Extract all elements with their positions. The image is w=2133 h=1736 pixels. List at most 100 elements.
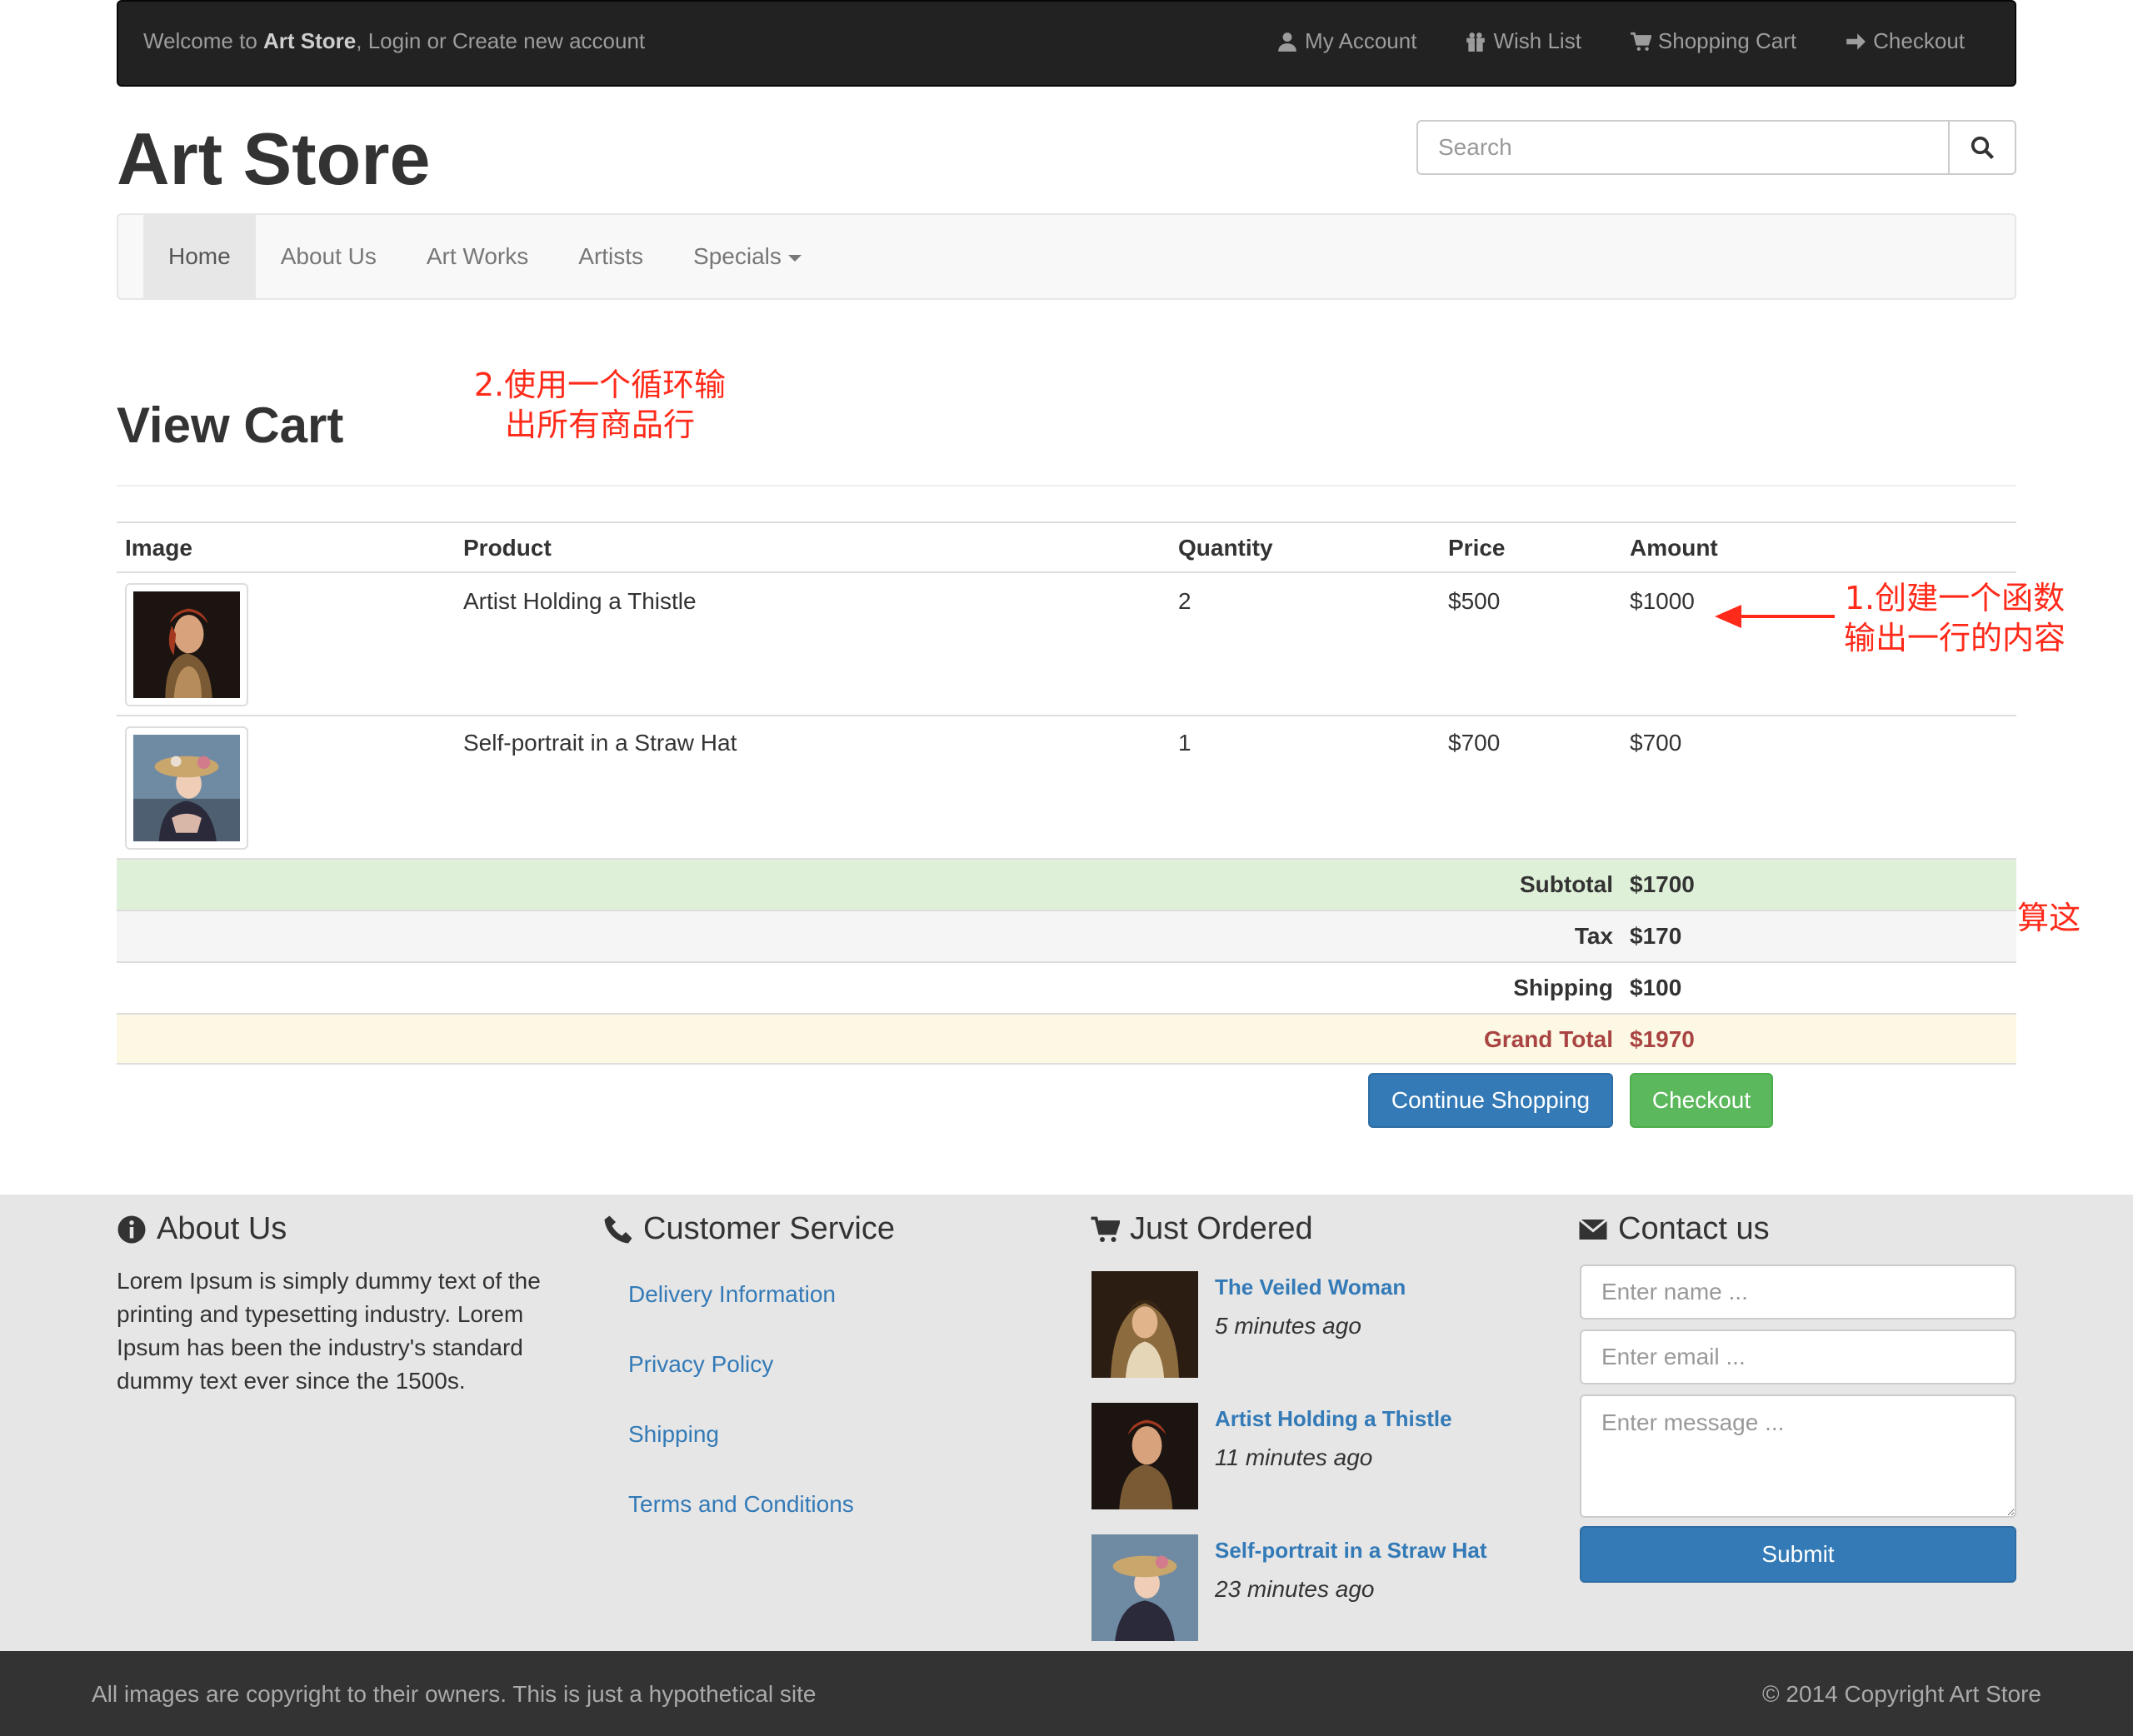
contact-name-field[interactable] <box>1580 1265 2016 1319</box>
tax-label: Tax <box>1574 923 1613 949</box>
veiled-woman-image[interactable] <box>1091 1271 1198 1378</box>
gift-icon <box>1466 32 1486 52</box>
shopping-cart-link[interactable]: Shopping Cart <box>1630 28 1796 54</box>
col-quantity: Quantity <box>1178 535 1273 561</box>
shipping-value: $100 <box>1630 975 1682 1000</box>
col-product: Product <box>463 535 552 561</box>
copyright-year: © 2014 Copyright Art Store <box>1761 1681 2041 1707</box>
account-links: My Account Wish List Shopping Cart Check… <box>1276 28 1965 54</box>
search-form <box>1416 120 2016 175</box>
ordered-title[interactable]: Artist Holding a Thistle <box>1215 1406 1452 1432</box>
grand-total-row: Grand Total $1970 <box>117 1013 2016 1065</box>
table-row: Artist Holding a Thistle 2 $500 $1000 <box>117 573 2016 715</box>
about-text: Lorem Ipsum is simply dummy text of the … <box>117 1268 541 1394</box>
shipping-label: Shipping <box>1513 975 1613 1000</box>
nav-home[interactable]: Home <box>143 215 256 298</box>
search-input[interactable] <box>1418 122 1950 173</box>
welcome-text: Welcome to Art Store, Login or Create ne… <box>143 28 645 54</box>
col-amount: Amount <box>1630 535 1718 561</box>
tax-row: Tax $170 <box>117 910 2016 961</box>
cart-product-name: Self-portrait in a Straw Hat <box>463 730 737 756</box>
ordered-time: 11 minutes ago <box>1215 1444 1373 1470</box>
copyright-notice: All images are copyright to their owners… <box>92 1681 817 1707</box>
shipping-link[interactable]: Shipping <box>628 1421 719 1448</box>
cart-price: $500 <box>1448 588 1501 614</box>
about-title: About Us <box>157 1211 287 1246</box>
about-heading: About Us <box>117 1211 287 1247</box>
my-account-link[interactable]: My Account <box>1276 28 1416 54</box>
cart-product-name: Artist Holding a Thistle <box>463 588 697 614</box>
search-button[interactable] <box>1950 122 2015 173</box>
privacy-policy-link[interactable]: Privacy Policy <box>628 1351 773 1378</box>
nav-specials-label: Specials <box>693 243 782 269</box>
painting-thistle-image <box>133 591 240 698</box>
caret-down-icon <box>787 254 802 262</box>
nav-art-works[interactable]: Art Works <box>402 215 553 298</box>
col-price: Price <box>1448 535 1506 561</box>
checkout-link[interactable]: Checkout <box>1845 28 1965 54</box>
continue-shopping-button[interactable]: Continue Shopping <box>1368 1073 1613 1128</box>
checkout-label: Checkout <box>1873 28 1965 53</box>
submit-button[interactable]: Submit <box>1580 1526 2016 1583</box>
envelope-icon <box>1578 1218 1608 1240</box>
grand-total-label: Grand Total <box>1483 1026 1613 1052</box>
my-account-label: My Account <box>1305 28 1417 53</box>
painting-straw-hat-image <box>133 735 240 841</box>
ordered-title[interactable]: Self-portrait in a Straw Hat <box>1215 1538 1487 1564</box>
welcome-suffix[interactable]: , Login or Create new account <box>356 28 645 53</box>
subtotal-row: Subtotal $1700 <box>117 858 2016 910</box>
cart-icon <box>1091 1216 1120 1242</box>
user-icon <box>1278 32 1296 52</box>
main-nav: Home About Us Art Works Artists Specials <box>117 213 2016 300</box>
table-header-row: Image Product Quantity Price Amount <box>117 521 2016 573</box>
thistle-image[interactable] <box>1091 1403 1198 1509</box>
ordered-title[interactable]: The Veiled Woman <box>1215 1275 1406 1300</box>
tax-value: $170 <box>1630 923 1682 949</box>
customer-service-title: Customer Service <box>643 1211 895 1246</box>
arrow-right-icon <box>1846 32 1866 50</box>
shopping-cart-label: Shopping Cart <box>1657 28 1797 53</box>
checkout-button[interactable]: Checkout <box>1630 1073 1773 1128</box>
wish-list-link[interactable]: Wish List <box>1465 28 1581 54</box>
terms-conditions-link[interactable]: Terms and Conditions <box>628 1491 854 1518</box>
ordered-time: 23 minutes ago <box>1215 1576 1375 1602</box>
cart-amount: $1000 <box>1630 588 1695 614</box>
contact-email-field[interactable] <box>1580 1329 2016 1384</box>
just-ordered-heading: Just Ordered <box>1090 1211 1313 1247</box>
cart-price: $700 <box>1448 730 1501 756</box>
customer-service-heading: Customer Service <box>603 1211 895 1247</box>
search-icon <box>1971 136 1995 160</box>
ordered-time: 5 minutes ago <box>1215 1313 1361 1339</box>
nav-artists[interactable]: Artists <box>553 215 668 298</box>
cart-quantity: 1 <box>1178 730 1191 756</box>
wish-list-label: Wish List <box>1493 28 1581 53</box>
straw-hat-image[interactable] <box>1091 1534 1198 1641</box>
title-divider <box>117 485 2016 486</box>
nav-specials[interactable]: Specials <box>668 215 827 298</box>
bottom-bar: All images are copyright to their owners… <box>0 1651 2133 1736</box>
footer: About Us Lorem Ipsum is simply dummy tex… <box>0 1195 2133 1651</box>
brand-title[interactable]: Art Store <box>117 117 431 202</box>
delivery-information-link[interactable]: Delivery Information <box>628 1281 836 1308</box>
product-thumbnail[interactable] <box>125 726 248 850</box>
contact-message-field[interactable] <box>1580 1394 2016 1518</box>
col-image: Image <box>125 535 192 561</box>
welcome-store-name: Art Store <box>263 28 357 53</box>
welcome-prefix: Welcome to <box>143 28 264 53</box>
shipping-row: Shipping $100 <box>117 961 2016 1013</box>
cart-quantity: 2 <box>1178 588 1191 614</box>
just-ordered-title: Just Ordered <box>1130 1211 1313 1246</box>
nav-about-us[interactable]: About Us <box>256 215 402 298</box>
page-title: View Cart <box>117 397 344 453</box>
top-navbar: Welcome to Art Store, Login or Create ne… <box>117 0 2016 87</box>
contact-title: Contact us <box>1618 1211 1770 1246</box>
product-thumbnail[interactable] <box>125 583 248 706</box>
grand-total-value: $1970 <box>1630 1026 1695 1052</box>
table-row: Self-portrait in a Straw Hat 1 $700 $700 <box>117 715 2016 858</box>
info-icon <box>117 1215 146 1243</box>
subtotal-label: Subtotal <box>1520 871 1613 897</box>
subtotal-value: $1700 <box>1630 871 1695 897</box>
phone-icon <box>604 1215 632 1243</box>
cart-icon <box>1631 32 1651 51</box>
annotation-loop: 2.使用一个循环输 出所有商品行 <box>473 367 727 443</box>
